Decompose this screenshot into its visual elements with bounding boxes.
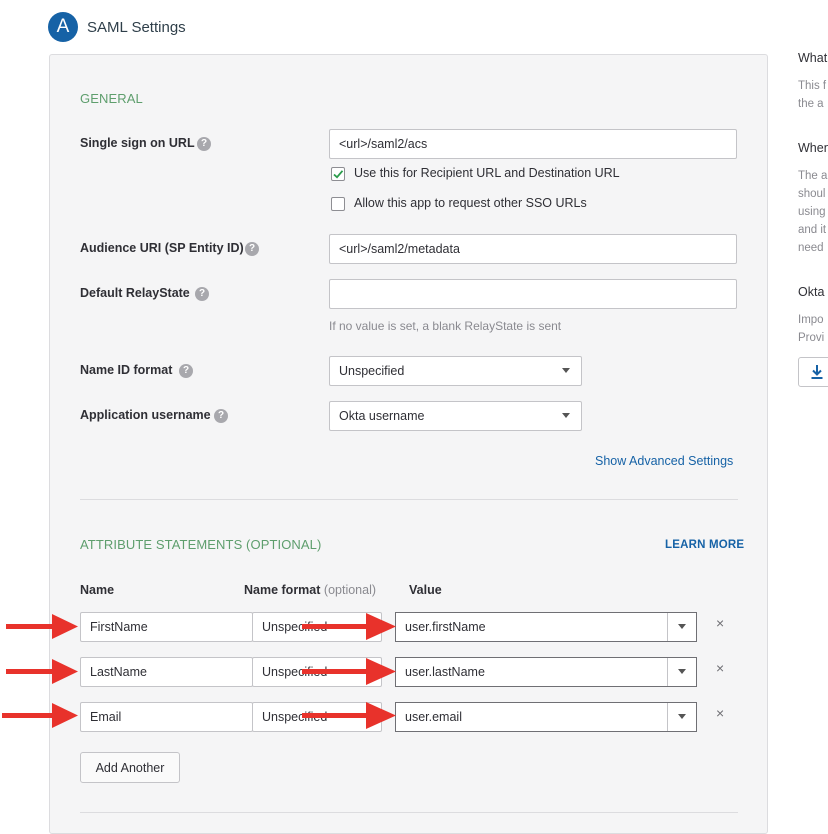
relay-state-input[interactable]	[329, 279, 737, 309]
attribute-value-dropdown-toggle[interactable]	[667, 613, 696, 641]
checkmark-icon	[333, 170, 344, 179]
annotation-arrow	[2, 703, 78, 728]
caret-down-icon	[562, 413, 570, 418]
annotation-arrow	[6, 659, 78, 684]
page-title: SAML Settings	[87, 19, 186, 36]
column-header-optional: (optional)	[323, 583, 377, 597]
app-username-label: Application username	[80, 408, 211, 422]
audience-uri-label: Audience URI (SP Entity ID)	[80, 241, 244, 255]
sidebar-heading: When	[798, 141, 828, 155]
help-icon[interactable]: ?	[195, 287, 209, 301]
column-header-name: Name	[80, 583, 115, 597]
app-username-value: Okta username	[339, 409, 425, 423]
sidebar-heading: Okta	[798, 285, 825, 299]
recipient-url-checkbox-label: Use this for Recipient URL and Destinati…	[354, 166, 620, 180]
sidebar-text: Impo Provi	[798, 314, 825, 344]
recipient-url-checkbox[interactable]	[331, 167, 345, 181]
annotation-arrows	[2, 613, 396, 729]
column-header-name-format: Name format (optional)	[244, 583, 376, 597]
help-icon[interactable]: ?	[197, 137, 211, 151]
sso-url-label: Single sign on URL	[80, 136, 195, 150]
sidebar-text: The a shoul using and it need	[798, 170, 828, 254]
caret-down-icon	[678, 714, 686, 719]
sidebar-heading: What	[798, 51, 828, 65]
attribute-value-dropdown-toggle[interactable]	[667, 658, 696, 686]
remove-attribute-icon[interactable]: ×	[716, 660, 724, 676]
column-header-name-format-label: Name format	[244, 583, 321, 597]
attribute-value-select[interactable]: user.lastName	[395, 657, 697, 687]
app-username-select[interactable]: Okta username	[329, 401, 582, 431]
annotation-arrow	[302, 658, 396, 685]
show-advanced-settings-link[interactable]: Show Advanced Settings	[595, 454, 733, 468]
name-id-format-value: Unspecified	[339, 364, 405, 378]
annotation-arrow	[302, 702, 396, 729]
sidebar-text: This f the a	[798, 80, 827, 110]
download-metadata-button[interactable]	[798, 357, 828, 387]
column-header-value: Value	[409, 583, 442, 597]
step-badge: A	[48, 12, 78, 42]
add-another-button[interactable]: Add Another	[80, 752, 180, 783]
name-id-format-select[interactable]: Unspecified	[329, 356, 582, 386]
help-icon[interactable]: ?	[214, 409, 228, 423]
section-divider	[80, 812, 738, 813]
audience-uri-input[interactable]: <url>/saml2/metadata	[329, 234, 737, 264]
annotation-arrow	[302, 613, 396, 640]
attribute-value-dropdown-toggle[interactable]	[667, 703, 696, 731]
relay-state-hint: If no value is set, a blank RelayState i…	[329, 319, 562, 333]
help-icon[interactable]: ?	[179, 364, 193, 378]
sso-url-input[interactable]: <url>/saml2/acs	[329, 129, 737, 159]
section-divider	[80, 499, 738, 500]
caret-down-icon	[678, 669, 686, 674]
help-icon[interactable]: ?	[245, 242, 259, 256]
remove-attribute-icon[interactable]: ×	[716, 615, 724, 631]
annotation-arrow	[6, 614, 78, 639]
caret-down-icon	[562, 368, 570, 373]
attribute-value-select[interactable]: user.firstName	[395, 612, 697, 642]
attribute-statements-title: ATTRIBUTE STATEMENTS (OPTIONAL)	[80, 537, 322, 552]
remove-attribute-icon[interactable]: ×	[716, 705, 724, 721]
attribute-value-select[interactable]: user.email	[395, 702, 697, 732]
name-id-format-label: Name ID format	[80, 363, 173, 377]
other-sso-urls-checkbox-label: Allow this app to request other SSO URLs	[354, 196, 587, 210]
download-icon	[811, 365, 823, 379]
other-sso-urls-checkbox[interactable]	[331, 197, 345, 211]
learn-more-link[interactable]: LEARN MORE	[665, 539, 744, 551]
general-section-title: GENERAL	[80, 91, 143, 106]
caret-down-icon	[678, 624, 686, 629]
relay-state-label: Default RelayState	[80, 286, 190, 300]
